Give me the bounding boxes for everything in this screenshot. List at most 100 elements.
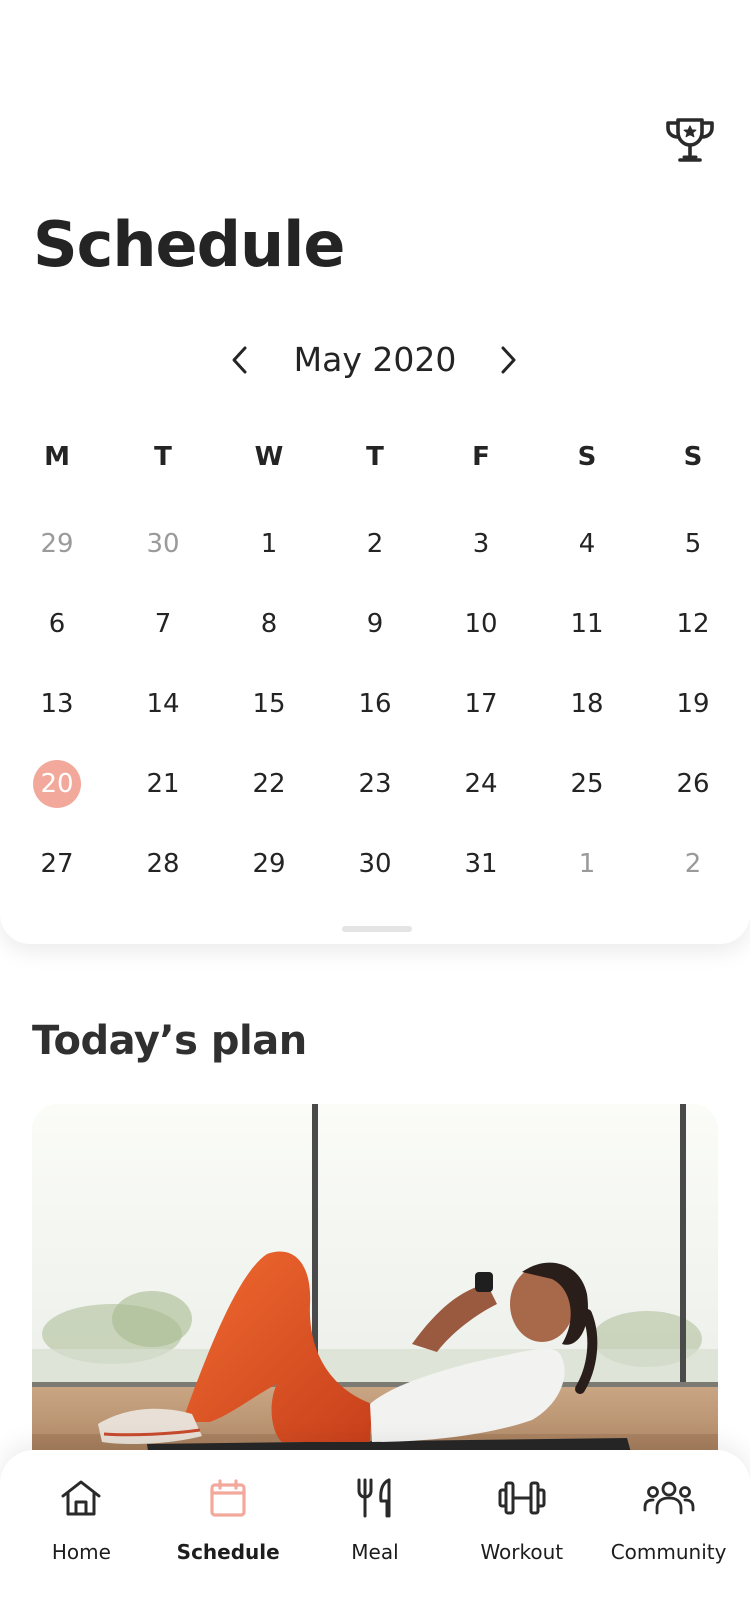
calendar-day[interactable]: 5 bbox=[640, 504, 746, 584]
day-number: 13 bbox=[40, 689, 74, 719]
day-number: 15 bbox=[252, 689, 286, 719]
day-number: 18 bbox=[570, 689, 604, 719]
calendar-days: 29 30 1 2 3 4 5 6 7 8 9 10 11 12 13 14 1… bbox=[4, 504, 746, 904]
calendar-day[interactable]: 2 bbox=[640, 824, 746, 904]
month-label: May 2020 bbox=[293, 340, 457, 379]
dumbbell-icon bbox=[498, 1481, 546, 1515]
calendar-day[interactable]: 21 bbox=[110, 744, 216, 824]
calendar-day[interactable]: 28 bbox=[110, 824, 216, 904]
day-number: 1 bbox=[578, 849, 596, 879]
calendar-icon bbox=[210, 1479, 246, 1517]
calendar-day[interactable]: 9 bbox=[322, 584, 428, 664]
calendar-day[interactable]: 12 bbox=[640, 584, 746, 664]
drag-handle[interactable] bbox=[342, 926, 412, 932]
calendar-day[interactable]: 27 bbox=[4, 824, 110, 904]
calendar-day[interactable]: 10 bbox=[428, 584, 534, 664]
day-number: 7 bbox=[154, 609, 172, 639]
day-number: 31 bbox=[464, 849, 498, 879]
calendar-week: 27 28 29 30 31 1 2 bbox=[4, 824, 746, 904]
calendar-day[interactable]: 7 bbox=[110, 584, 216, 664]
calendar-day[interactable]: 4 bbox=[534, 504, 640, 584]
weekday-label: S bbox=[577, 442, 597, 472]
day-number: 4 bbox=[578, 529, 596, 559]
nav-workout[interactable]: Workout bbox=[448, 1450, 595, 1624]
day-number: 5 bbox=[684, 529, 702, 559]
month-navigation: May 2020 bbox=[0, 336, 750, 384]
calendar-day[interactable]: 19 bbox=[640, 664, 746, 744]
calendar-week: 6 7 8 9 10 11 12 bbox=[4, 584, 746, 664]
day-number: 21 bbox=[146, 769, 180, 799]
calendar-day[interactable]: 29 bbox=[4, 504, 110, 584]
weekday-label: S bbox=[683, 442, 703, 472]
calendar-day[interactable]: 14 bbox=[110, 664, 216, 744]
day-number: 2 bbox=[366, 529, 384, 559]
calendar-day[interactable]: 22 bbox=[216, 744, 322, 824]
day-number: 3 bbox=[472, 529, 490, 559]
calendar-day[interactable]: 23 bbox=[322, 744, 428, 824]
calendar-day[interactable]: 1 bbox=[534, 824, 640, 904]
calendar-day[interactable]: 30 bbox=[322, 824, 428, 904]
nav-meal[interactable]: Meal bbox=[302, 1450, 449, 1624]
nav-home[interactable]: Home bbox=[8, 1450, 155, 1624]
plan-card[interactable] bbox=[32, 1104, 718, 1504]
calendar-day[interactable]: 24 bbox=[428, 744, 534, 824]
calendar-day[interactable]: 11 bbox=[534, 584, 640, 664]
calendar-day[interactable]: 29 bbox=[216, 824, 322, 904]
day-number: 17 bbox=[464, 689, 498, 719]
calendar-week: 20 21 22 23 24 25 26 bbox=[4, 744, 746, 824]
day-number: 30 bbox=[146, 529, 180, 559]
todays-plan-title: Today’s plan bbox=[32, 1018, 307, 1064]
weekday-label: T bbox=[366, 442, 384, 472]
day-number: 8 bbox=[260, 609, 278, 639]
calendar-card: Schedule May 2020 M T W T F S S 29 30 1 … bbox=[0, 0, 750, 944]
trophy-button[interactable] bbox=[660, 114, 720, 166]
weekday-header: M T W T F S S bbox=[4, 420, 746, 494]
day-number: 9 bbox=[366, 609, 384, 639]
calendar-day[interactable]: 30 bbox=[110, 504, 216, 584]
calendar-day[interactable]: 13 bbox=[4, 664, 110, 744]
calendar-day[interactable]: 2 bbox=[322, 504, 428, 584]
day-number: 6 bbox=[48, 609, 66, 639]
calendar-day[interactable]: 26 bbox=[640, 744, 746, 824]
calendar-grid: M T W T F S S 29 30 1 2 3 4 5 6 7 8 9 10… bbox=[4, 420, 746, 904]
calendar-day[interactable]: 16 bbox=[322, 664, 428, 744]
day-number: 29 bbox=[252, 849, 286, 879]
calendar-day[interactable]: 17 bbox=[428, 664, 534, 744]
calendar-day[interactable]: 18 bbox=[534, 664, 640, 744]
day-number: 23 bbox=[358, 769, 392, 799]
nav-schedule[interactable]: Schedule bbox=[155, 1450, 302, 1624]
weekday-label: F bbox=[472, 442, 490, 472]
calendar-day[interactable]: 15 bbox=[216, 664, 322, 744]
day-number: 26 bbox=[676, 769, 710, 799]
bottom-navigation: Home Schedule Meal Workout Community bbox=[0, 1450, 750, 1624]
day-number: 11 bbox=[570, 609, 604, 639]
day-number: 20 bbox=[33, 760, 81, 808]
utensils-icon bbox=[357, 1478, 391, 1518]
day-number: 29 bbox=[40, 529, 74, 559]
calendar-day[interactable]: 1 bbox=[216, 504, 322, 584]
nav-community[interactable]: Community bbox=[595, 1450, 742, 1624]
day-number: 14 bbox=[146, 689, 180, 719]
calendar-day[interactable]: 25 bbox=[534, 744, 640, 824]
calendar-day[interactable]: 3 bbox=[428, 504, 534, 584]
day-number: 16 bbox=[358, 689, 392, 719]
schedule-screen: Schedule May 2020 M T W T F S S 29 30 1 … bbox=[0, 0, 750, 1624]
day-number: 27 bbox=[40, 849, 74, 879]
nav-workout-label: Workout bbox=[480, 1540, 564, 1564]
day-number: 22 bbox=[252, 769, 286, 799]
calendar-day-selected[interactable]: 20 bbox=[4, 744, 110, 824]
chevron-right-icon bbox=[501, 346, 516, 374]
page-title: Schedule bbox=[33, 208, 345, 281]
workout-photo bbox=[32, 1104, 718, 1504]
calendar-day[interactable]: 31 bbox=[428, 824, 534, 904]
calendar-day[interactable]: 6 bbox=[4, 584, 110, 664]
weekday-label: W bbox=[254, 442, 284, 472]
calendar-week: 29 30 1 2 3 4 5 bbox=[4, 504, 746, 584]
calendar-day[interactable]: 8 bbox=[216, 584, 322, 664]
previous-month-button[interactable] bbox=[222, 342, 258, 378]
next-month-button[interactable] bbox=[490, 342, 526, 378]
nav-community-label: Community bbox=[610, 1540, 727, 1564]
nav-schedule-label: Schedule bbox=[176, 1540, 280, 1564]
day-number: 1 bbox=[260, 529, 278, 559]
people-icon bbox=[643, 1481, 694, 1515]
